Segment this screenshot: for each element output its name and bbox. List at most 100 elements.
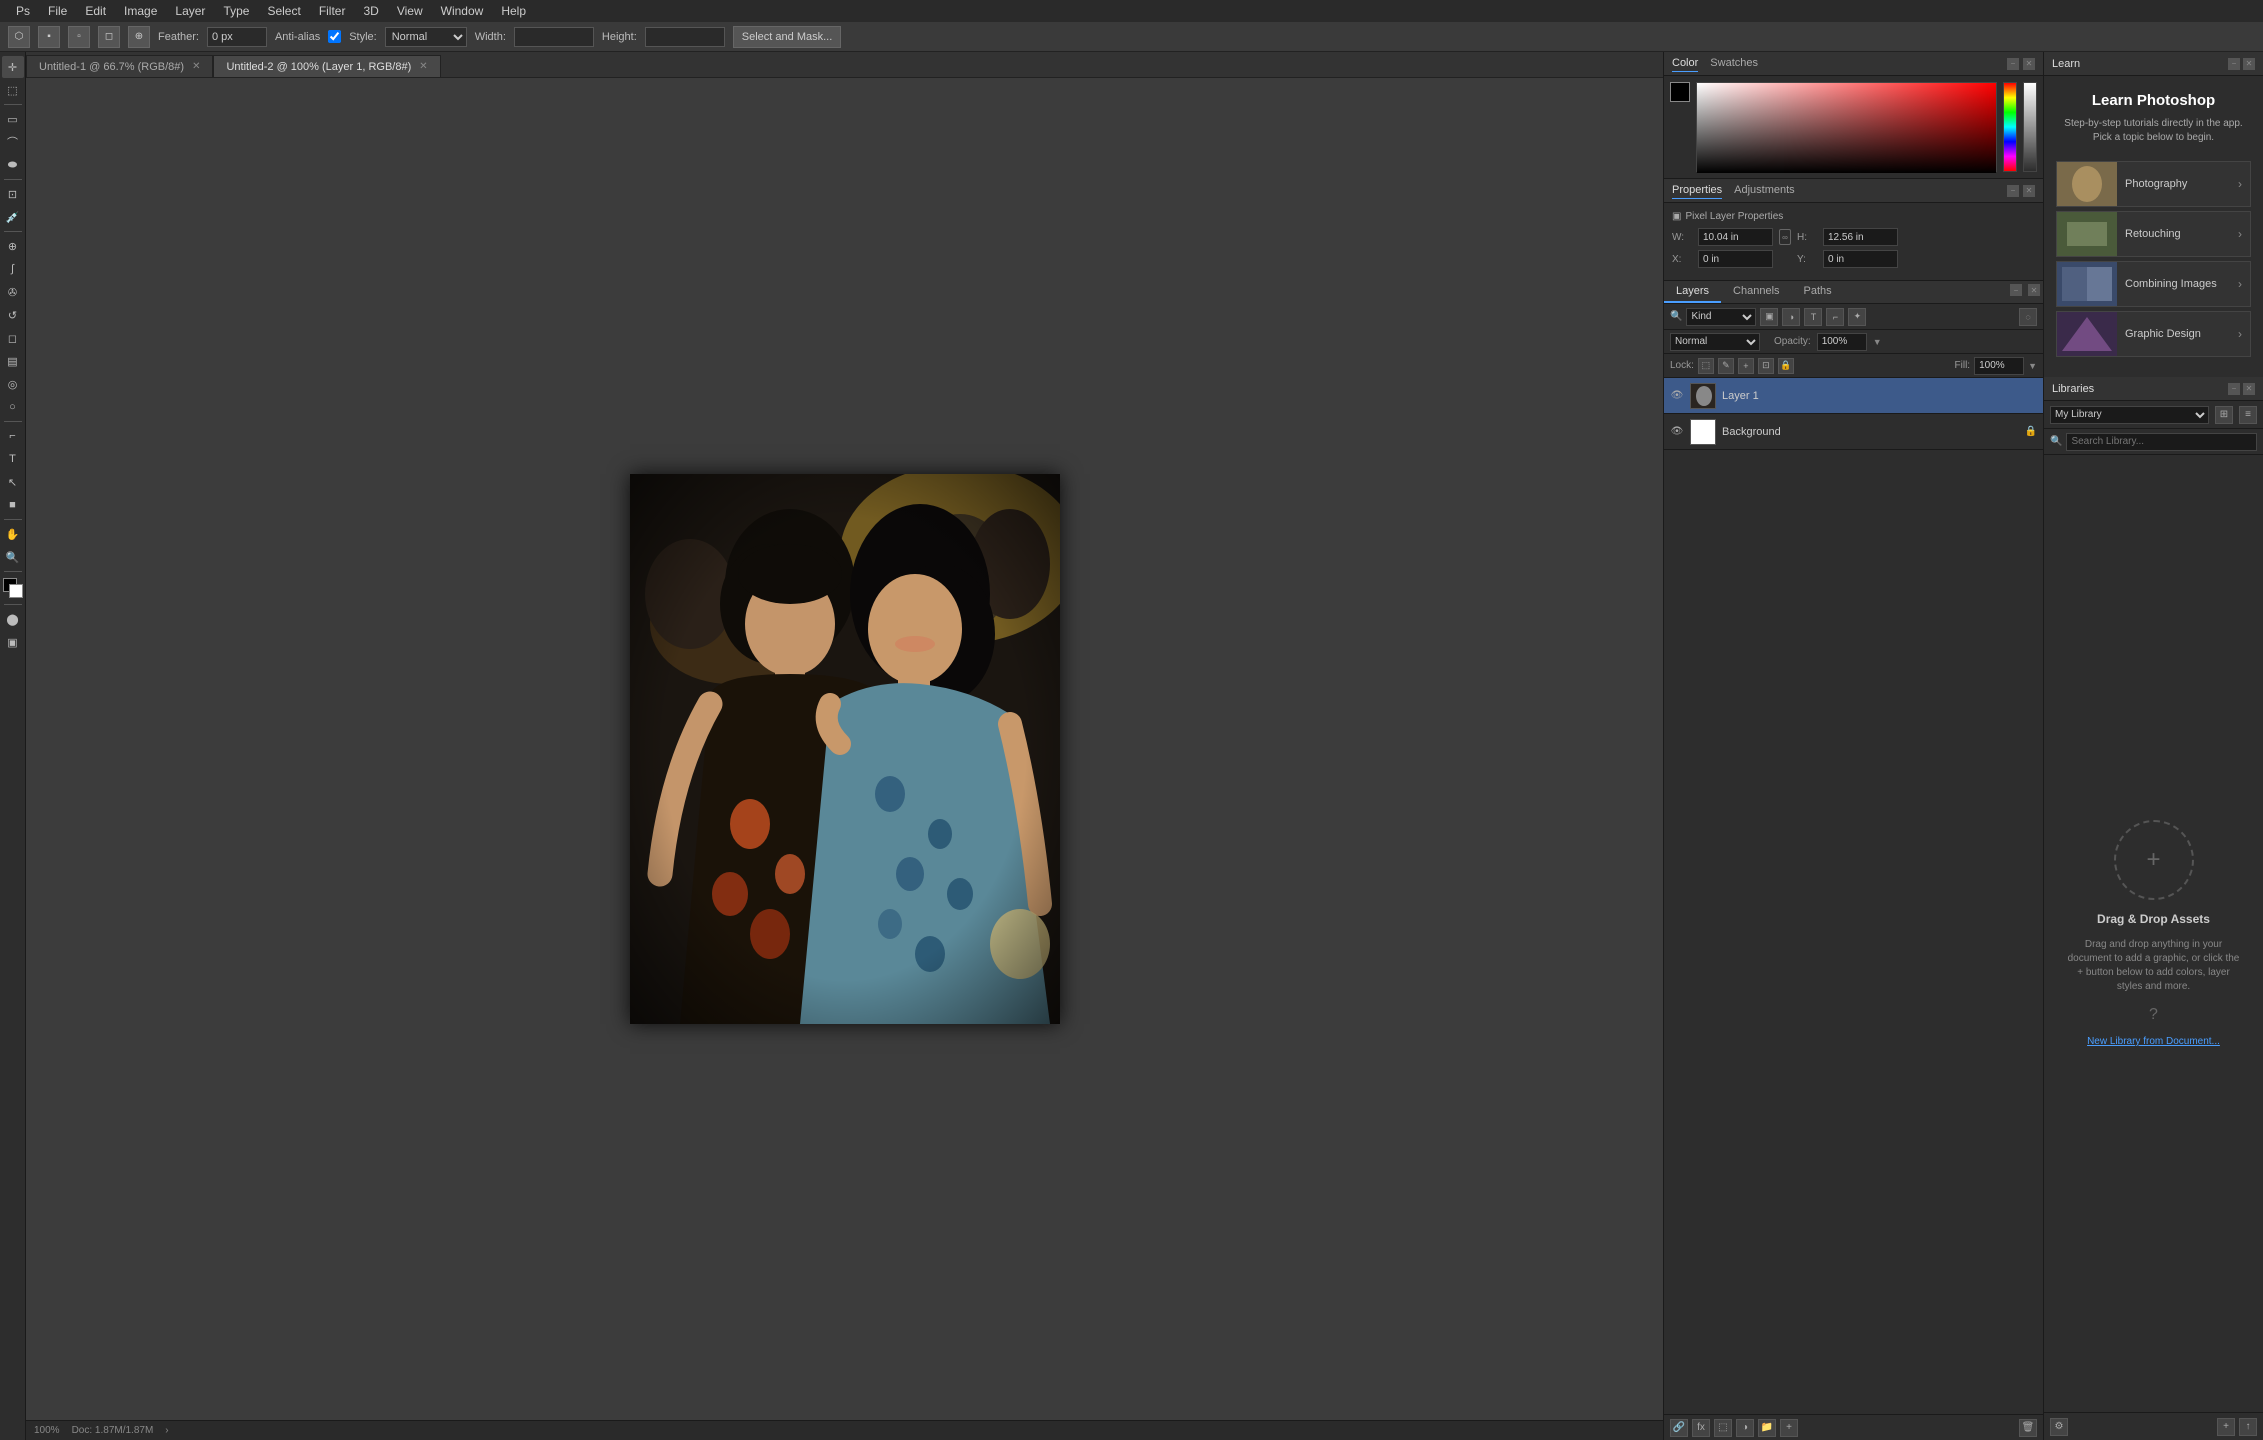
crop-tool[interactable]: ⊡	[2, 183, 24, 205]
x-field[interactable]	[1698, 250, 1773, 268]
clone-tool[interactable]: ✇	[2, 281, 24, 303]
menu-type[interactable]: Type	[215, 2, 257, 20]
channels-tab[interactable]: Channels	[1721, 281, 1791, 303]
tutorial-combining[interactable]: Combining Images ›	[2056, 261, 2251, 307]
layer-style-btn[interactable]: fx	[1692, 1419, 1710, 1437]
menu-view[interactable]: View	[389, 2, 431, 20]
tab-untitled-2[interactable]: Untitled-2 @ 100% (Layer 1, RGB/8#) ✕	[213, 55, 440, 77]
tutorial-photography[interactable]: Photography ›	[2056, 161, 2251, 207]
fill-arrow[interactable]: ▼	[2028, 361, 2037, 371]
artboard-tool[interactable]: ⬚	[2, 79, 24, 101]
pen-tool[interactable]: ⌐	[2, 425, 24, 447]
library-selector[interactable]: My Library	[2050, 406, 2209, 424]
move-tool[interactable]: ✛	[2, 56, 24, 78]
menu-ps[interactable]: Ps	[8, 2, 38, 20]
layer-item-background[interactable]: 👁 Background 🔒	[1664, 414, 2043, 450]
layer-item-layer1[interactable]: 👁 Layer 1	[1664, 378, 2043, 414]
color-gradient-picker[interactable]	[1696, 82, 1997, 172]
menu-3d[interactable]: 3D	[355, 2, 386, 20]
properties-tab[interactable]: Properties	[1672, 182, 1722, 199]
select-mask-button[interactable]: Select and Mask...	[733, 26, 842, 48]
group-layer-btn[interactable]: 📁	[1758, 1419, 1776, 1437]
library-grid-view[interactable]: ⊞	[2215, 406, 2233, 424]
properties-close[interactable]: ✕	[2023, 185, 2035, 197]
layer-filter-smart[interactable]: ✦	[1848, 308, 1866, 326]
shape-tool[interactable]: ■	[2, 494, 24, 516]
color-swatch[interactable]	[3, 578, 23, 598]
zoom-tool[interactable]: 🔍	[2, 546, 24, 568]
height-input[interactable]	[645, 27, 725, 47]
marquee-tool[interactable]: ▭	[2, 108, 24, 130]
learn-panel-close[interactable]: ✕	[2243, 58, 2255, 70]
lock-artboard[interactable]: ⊡	[1758, 358, 1774, 374]
help-icon[interactable]: ?	[2149, 1006, 2158, 1024]
layers-panel-collapse[interactable]: −	[2010, 284, 2022, 296]
color-panel-collapse[interactable]: −	[2007, 58, 2019, 70]
tab-close-2[interactable]: ✕	[419, 61, 427, 72]
color-tab[interactable]: Color	[1672, 55, 1698, 72]
opacity-arrow[interactable]: ▼	[1873, 337, 1882, 347]
layer-filter-text[interactable]: T	[1804, 308, 1822, 326]
menu-filter[interactable]: Filter	[311, 2, 354, 20]
eyedropper-tool[interactable]: 💉	[2, 206, 24, 228]
opacity-input[interactable]	[1817, 333, 1867, 351]
layer-mask-btn[interactable]: ⬚	[1714, 1419, 1732, 1437]
fg-color-swatch[interactable]	[1670, 82, 1690, 102]
style-select[interactable]: Normal Fixed Ratio Fixed Size	[385, 27, 467, 47]
layer-filter-select[interactable]: Kind	[1686, 308, 1756, 326]
dodge-tool[interactable]: ○	[2, 396, 24, 418]
menu-file[interactable]: File	[40, 2, 75, 20]
adjustment-layer-btn[interactable]: ◑	[1736, 1419, 1754, 1437]
menu-image[interactable]: Image	[116, 2, 165, 20]
tab-close-1[interactable]: ✕	[192, 61, 200, 72]
background-color[interactable]	[9, 584, 23, 598]
tab-untitled-1[interactable]: Untitled-1 @ 66.7% (RGB/8#) ✕	[26, 55, 213, 77]
layers-panel-close[interactable]: ✕	[2028, 284, 2040, 296]
status-arrow[interactable]: ›	[165, 1425, 168, 1436]
library-import-btn[interactable]: ↑	[2239, 1418, 2257, 1436]
library-list-view[interactable]: ≡	[2239, 406, 2257, 424]
menu-edit[interactable]: Edit	[77, 2, 114, 20]
menu-window[interactable]: Window	[433, 2, 492, 20]
layer-filter-toggle[interactable]: ◌	[2019, 308, 2037, 326]
background-visibility-toggle[interactable]: 👁	[1670, 425, 1684, 439]
library-search-input[interactable]	[2066, 433, 2257, 451]
adjustments-tab[interactable]: Adjustments	[1734, 182, 1795, 199]
link-layers-btn[interactable]: 🔗	[1670, 1419, 1688, 1437]
swatches-tab[interactable]: Swatches	[1710, 55, 1758, 72]
new-layer-btn[interactable]: +	[1780, 1419, 1798, 1437]
paths-tab[interactable]: Paths	[1792, 281, 1844, 303]
properties-collapse[interactable]: −	[2007, 185, 2019, 197]
layer-filter-pixel[interactable]: ▣	[1760, 308, 1778, 326]
gradient-tool[interactable]: ▤	[2, 350, 24, 372]
delete-layer-btn[interactable]: 🗑	[2019, 1419, 2037, 1437]
layer1-visibility-toggle[interactable]: 👁	[1670, 389, 1684, 403]
width-field[interactable]	[1698, 228, 1773, 246]
tutorial-retouching[interactable]: Retouching ›	[2056, 211, 2251, 257]
library-settings[interactable]: ⚙	[2050, 1418, 2068, 1436]
library-add-btn[interactable]: +	[2217, 1418, 2235, 1436]
libraries-collapse[interactable]: −	[2228, 383, 2240, 395]
eraser-tool[interactable]: ◻	[2, 327, 24, 349]
layer-filter-vector[interactable]: ⌐	[1826, 308, 1844, 326]
fill-input[interactable]	[1974, 357, 2024, 375]
feather-input[interactable]	[207, 27, 267, 47]
anti-alias-checkbox[interactable]	[328, 30, 341, 43]
blur-tool[interactable]: ◎	[2, 373, 24, 395]
path-select-tool[interactable]: ↖	[2, 471, 24, 493]
width-input[interactable]	[514, 27, 594, 47]
libraries-close[interactable]: ✕	[2243, 383, 2255, 395]
alpha-slider[interactable]	[2023, 82, 2037, 172]
quick-mask-tool[interactable]: ⬤	[2, 608, 24, 630]
lasso-tool[interactable]: ⌒	[2, 131, 24, 153]
menu-select[interactable]: Select	[259, 2, 308, 20]
y-field[interactable]	[1823, 250, 1898, 268]
tutorial-graphic-design[interactable]: Graphic Design ›	[2056, 311, 2251, 357]
height-field[interactable]	[1823, 228, 1898, 246]
lock-all[interactable]: 🔒	[1778, 358, 1794, 374]
lock-transparent[interactable]: ⬚	[1698, 358, 1714, 374]
hue-slider[interactable]	[2003, 82, 2017, 172]
brush-tool[interactable]: ∫	[2, 258, 24, 280]
hand-tool[interactable]: ✋	[2, 523, 24, 545]
text-tool[interactable]: T	[2, 448, 24, 470]
